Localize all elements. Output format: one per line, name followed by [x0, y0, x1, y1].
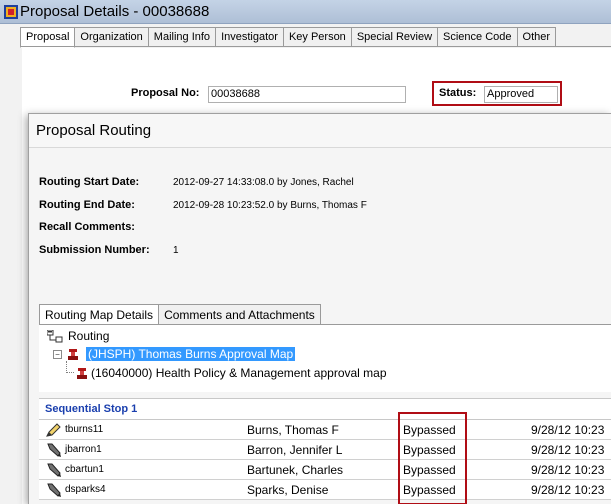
routing-end-row: Routing End Date: 2012-09-28 10:23:52.0 b…: [39, 199, 367, 211]
approver-name: Bartunek, Charles: [247, 463, 344, 477]
proposal-no-field[interactable]: 00038688: [208, 86, 406, 103]
recall-comments-label: Recall Comments:: [39, 221, 135, 233]
approver-user-id: cbartun1: [65, 464, 104, 475]
tab-key-person[interactable]: Key Person: [283, 27, 352, 47]
sequential-stop-header: Sequential Stop 1: [39, 398, 611, 420]
tree-root-label: Routing: [68, 329, 110, 343]
approver-list: tburns11 Burns, Thomas F Bypassed 9/28/1…: [39, 420, 611, 500]
tree-node-department-map-label: (16040000) Health Policy & Management ap…: [91, 366, 387, 380]
tab-routing-map-details[interactable]: Routing Map Details: [39, 304, 160, 326]
approver-name: Barron, Jennifer L: [247, 443, 343, 457]
tab-proposal[interactable]: Proposal: [20, 27, 76, 48]
approver-name: Burns, Thomas F: [247, 423, 339, 437]
routing-start-row: Routing Start Date: 2012-09-27 14:33:08.0…: [39, 176, 354, 188]
app-icon: [4, 5, 18, 19]
routing-tabs: Routing Map Details Comments and Attachm…: [39, 304, 321, 326]
tree-node-approval-map[interactable]: − (JHSPH) Thomas Burns Approval Map: [53, 347, 296, 361]
routing-start-label: Routing Start Date:: [39, 176, 140, 188]
submission-number-value: 1: [173, 245, 179, 256]
routing-tree-icon: [47, 329, 63, 342]
approver-timestamp: 9/28/12 10:23: [531, 423, 605, 437]
collapse-icon[interactable]: −: [53, 349, 62, 359]
approver-timestamp: 9/28/12 10:23: [531, 463, 605, 477]
tab-special-review[interactable]: Special Review: [351, 27, 439, 47]
pen-icon: [47, 443, 61, 457]
approver-user-id: tburns11: [65, 424, 104, 435]
approver-user-id: jbarron1: [65, 444, 102, 455]
tab-divider: [20, 46, 611, 47]
approver-name: Sparks, Denise: [247, 483, 329, 497]
tab-organization[interactable]: Organization: [75, 27, 149, 47]
tree-node-approval-map-label: (JHSPH) Thomas Burns Approval Map: [86, 347, 296, 361]
pen-icon: [47, 483, 61, 497]
tab-comments-attachments[interactable]: Comments and Attachments: [159, 304, 321, 325]
recall-comments-row: Recall Comments:: [39, 221, 135, 233]
tree-connector: [66, 361, 74, 373]
tab-science-code[interactable]: Science Code: [438, 27, 518, 47]
window-title: Proposal Details - 00038688: [20, 3, 210, 20]
routing-tree: Routing − (JHSPH) Thomas Burns Approval …: [39, 325, 611, 392]
proposal-routing-dialog: Proposal Routing Routing Start Date: 2012…: [28, 113, 611, 504]
status-label: Status:: [439, 87, 477, 99]
tree-node-department-map[interactable]: (16040000) Health Policy & Management ap…: [75, 366, 387, 380]
approver-row[interactable]: jbarron1 Barron, Jennifer L Bypassed 9/2…: [39, 440, 611, 460]
tab-mailing-info[interactable]: Mailing Info: [148, 27, 217, 47]
approver-row[interactable]: tburns11 Burns, Thomas F Bypassed 9/28/1…: [39, 420, 611, 440]
approver-row[interactable]: dsparks4 Sparks, Denise Bypassed 9/28/12…: [39, 480, 611, 500]
submission-number-row: Submission Number: 1: [39, 244, 179, 256]
map-icon: [68, 348, 78, 360]
window-titlebar: Proposal Details - 00038688: [0, 0, 611, 24]
map-icon: [77, 367, 87, 379]
dialog-title: Proposal Routing: [29, 114, 611, 148]
routing-end-label: Routing End Date:: [39, 199, 135, 211]
routing-end-value: 2012-09-28 10:23:52.0 by Burns, Thomas F: [173, 200, 367, 211]
submission-number-label: Submission Number:: [39, 244, 150, 256]
approver-timestamp: 9/28/12 10:23: [531, 483, 605, 497]
status-field[interactable]: Approved: [484, 86, 558, 103]
tree-root[interactable]: Routing: [47, 329, 109, 343]
approver-row[interactable]: cbartun1 Bartunek, Charles Bypassed 9/28…: [39, 460, 611, 480]
pencil-icon: [46, 423, 61, 437]
proposal-no-label: Proposal No:: [131, 87, 200, 99]
approver-timestamp: 9/28/12 10:23: [531, 443, 605, 457]
tab-investigator[interactable]: Investigator: [216, 27, 284, 47]
pen-icon: [47, 463, 61, 477]
routing-start-value: 2012-09-27 14:33:08.0 by Jones, Rachel: [173, 177, 354, 188]
tab-other[interactable]: Other: [517, 27, 557, 47]
main-tabs: Proposal Organization Mailing Info Inves…: [20, 27, 557, 48]
approver-user-id: dsparks4: [65, 484, 106, 495]
bypassed-highlight-box: [398, 412, 467, 504]
